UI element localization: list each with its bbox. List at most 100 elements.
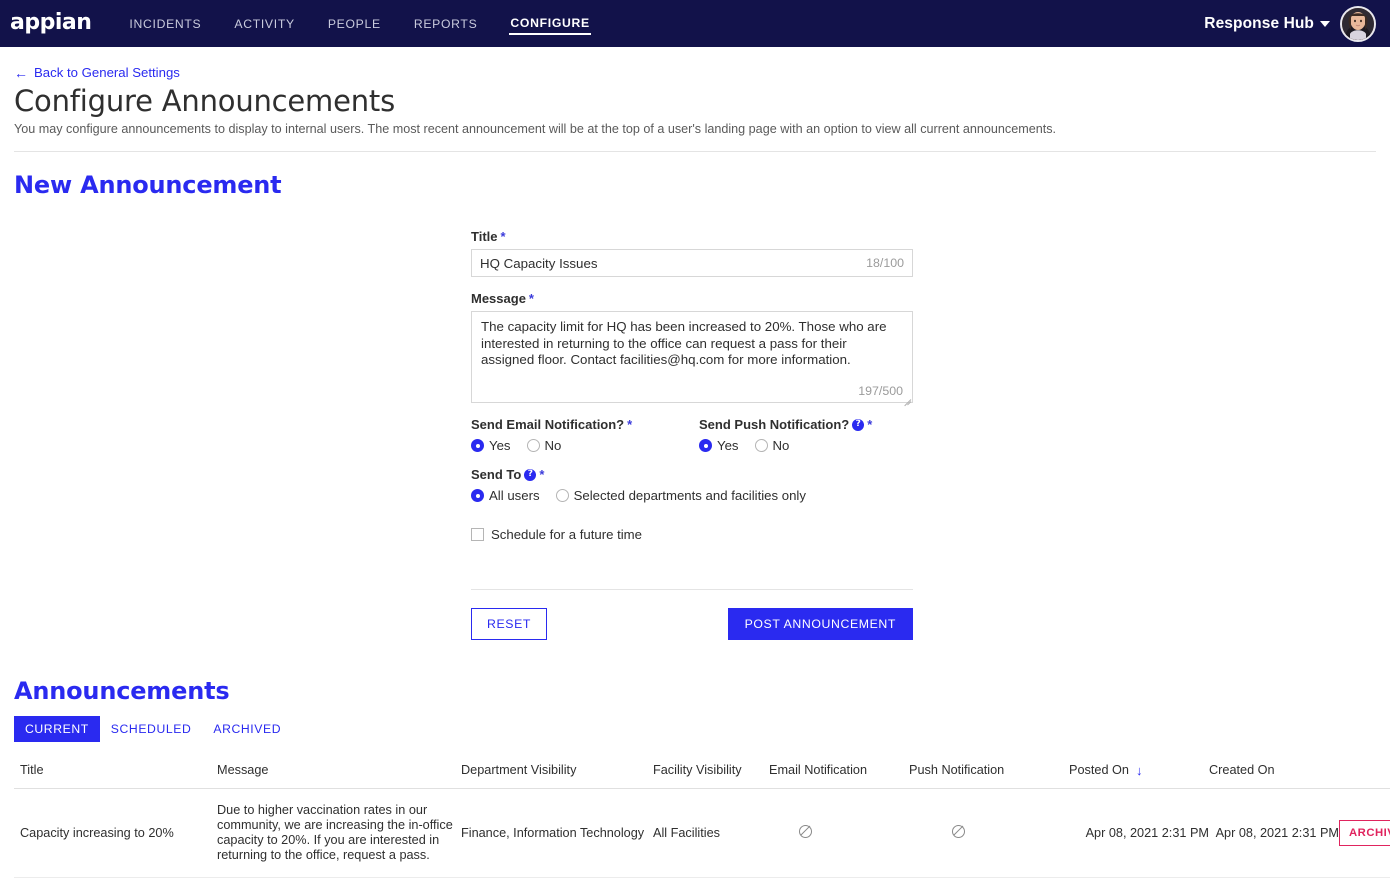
textarea-resize-handle[interactable]	[902, 392, 912, 407]
email-notification-group: Send Email Notification? * Yes No	[471, 417, 699, 453]
archive-button[interactable]: ARCHIVE	[1339, 820, 1390, 846]
title-input-value: HQ Capacity Issues	[480, 255, 598, 271]
schedule-future-label[interactable]: Schedule for a future time	[491, 527, 642, 542]
column-header-actions	[1339, 763, 1390, 789]
push-notification-label-text: Send Push Notification?	[699, 417, 850, 432]
column-header-facility-visibility[interactable]: Facility Visibility	[653, 763, 769, 789]
back-to-general-settings-link[interactable]: ← Back to General Settings	[14, 65, 180, 80]
schedule-future-checkbox[interactable]	[471, 528, 484, 541]
message-textarea[interactable]: The capacity limit for HQ has been incre…	[471, 311, 913, 407]
top-navigation-bar: appian INCIDENTS ACTIVITY PEOPLE REPORTS…	[0, 0, 1390, 47]
page-title: Configure Announcements	[14, 84, 396, 118]
tab-current[interactable]: CURRENT	[14, 716, 100, 742]
required-asterisk: *	[867, 417, 873, 432]
posted-on-sort-wrap: Posted On ↓	[1069, 763, 1142, 777]
chevron-down-icon[interactable]	[1320, 20, 1330, 27]
email-notification-label: Send Email Notification? *	[471, 417, 699, 432]
title-input[interactable]: HQ Capacity Issues 18/100	[471, 249, 913, 277]
send-to-label: Send To ? *	[471, 467, 913, 482]
column-header-department-visibility[interactable]: Department Visibility	[461, 763, 653, 789]
push-notification-no-label[interactable]: No	[773, 438, 790, 453]
required-asterisk: *	[539, 467, 545, 482]
column-header-push-notification[interactable]: Push Notification	[909, 763, 1069, 789]
email-notification-no-label[interactable]: No	[545, 438, 562, 453]
arrow-down-icon[interactable]: ↓	[1136, 764, 1143, 777]
push-notification-yes-label[interactable]: Yes	[717, 438, 739, 453]
message-field-label: Message *	[471, 291, 913, 306]
prohibited-circle-icon	[952, 824, 965, 838]
cell-facility-visibility: All Facilities	[653, 788, 769, 878]
send-to-all-users-label[interactable]: All users	[489, 488, 540, 503]
new-announcement-form: Title * HQ Capacity Issues 18/100 Messag…	[471, 229, 913, 640]
column-header-created-on[interactable]: Created On	[1209, 763, 1339, 789]
post-announcement-button[interactable]: POST ANNOUNCEMENT	[727, 608, 913, 640]
cell-actions: ARCHIVE	[1339, 877, 1390, 882]
back-link-label: Back to General Settings	[34, 65, 180, 80]
announcements-section: Announcements CURRENT SCHEDULED ARCHIVED	[14, 677, 1376, 742]
new-announcement-heading: New Announcement	[14, 171, 282, 199]
cell-title: Capacity increasing to 20%	[14, 788, 217, 878]
email-notification-radios: Yes No	[471, 438, 699, 453]
cell-created-on: Apr 08, 2021 2:31 PM	[1209, 788, 1339, 878]
help-circle-icon[interactable]: ?	[524, 468, 537, 481]
header-divider	[14, 151, 1376, 152]
form-actions: RESET POST ANNOUNCEMENT	[471, 608, 913, 640]
tab-scheduled[interactable]: SCHEDULED	[100, 716, 203, 742]
required-asterisk: *	[500, 229, 506, 244]
cell-email-notification	[769, 788, 909, 878]
announcements-tabs: CURRENT SCHEDULED ARCHIVED	[14, 716, 1376, 742]
nav-item-reports[interactable]: REPORTS	[413, 14, 479, 34]
column-header-posted-on[interactable]: Posted On ↓	[1069, 763, 1209, 789]
title-char-counter: 18/100	[866, 256, 904, 270]
hub-name-label[interactable]: Response Hub	[1204, 15, 1314, 33]
reset-button[interactable]: RESET	[471, 608, 547, 640]
prohibited-circle-icon	[799, 824, 812, 838]
table-header-row: Title Message Department Visibility Faci…	[14, 763, 1390, 789]
cell-push-notification	[909, 877, 1069, 882]
push-notification-yes-radio[interactable]	[699, 439, 712, 452]
nav-item-incidents[interactable]: INCIDENTS	[128, 14, 202, 34]
form-divider	[471, 589, 913, 590]
posted-on-label: Posted On	[1069, 763, 1129, 777]
cell-actions: ARCHIVE	[1339, 788, 1390, 878]
announcements-table: Title Message Department Visibility Faci…	[14, 763, 1390, 882]
required-asterisk: *	[528, 291, 534, 306]
cell-posted-on: Apr 08, 2021 2:31 PM	[1069, 877, 1209, 882]
nav-item-configure[interactable]: CONFIGURE	[509, 13, 591, 35]
help-circle-icon[interactable]: ?	[852, 418, 865, 431]
push-notification-no-radio[interactable]	[754, 439, 768, 452]
appian-logo[interactable]: appian	[10, 11, 92, 36]
cell-posted-on: Apr 08, 2021 2:31 PM	[1069, 788, 1209, 878]
schedule-checkbox-row: Schedule for a future time	[471, 527, 913, 542]
table-body: Capacity increasing to 20% Due to higher…	[14, 788, 1390, 882]
table-row[interactable]: Office Deep Cleaning Next Monday The off…	[14, 877, 1390, 882]
cell-department-visibility: Finance, Information Technology	[461, 788, 653, 878]
cell-message: The office is undergoing a deep cleaning…	[217, 877, 461, 882]
tab-archived[interactable]: ARCHIVED	[202, 716, 292, 742]
nav-item-activity[interactable]: ACTIVITY	[233, 14, 295, 34]
push-notification-group: Send Push Notification? ? * Yes No	[699, 417, 872, 453]
message-textarea-value: The capacity limit for HQ has been incre…	[481, 319, 887, 367]
cell-push-notification	[909, 788, 1069, 878]
title-field-label: Title *	[471, 229, 913, 244]
nav-user-area: Response Hub	[1204, 5, 1376, 42]
send-to-label-text: Send To	[471, 467, 522, 482]
send-to-selected-radio[interactable]	[555, 489, 569, 502]
email-notification-label-text: Send Email Notification?	[471, 417, 625, 432]
column-header-title[interactable]: Title	[14, 763, 217, 789]
send-to-selected-label[interactable]: Selected departments and facilities only	[574, 488, 806, 503]
column-header-email-notification[interactable]: Email Notification	[769, 763, 909, 789]
cell-email-notification	[769, 877, 909, 882]
email-notification-no-radio[interactable]	[526, 439, 540, 452]
column-header-message[interactable]: Message	[217, 763, 461, 789]
message-char-counter: 197/500	[858, 384, 903, 398]
avatar[interactable]	[1340, 5, 1376, 42]
nav-item-people[interactable]: PEOPLE	[327, 14, 382, 34]
email-notification-yes-label[interactable]: Yes	[489, 438, 511, 453]
email-notification-yes-radio[interactable]	[471, 439, 484, 452]
cell-message: Due to higher vaccination rates in our c…	[217, 788, 461, 878]
arrow-left-icon: ←	[14, 64, 28, 81]
table-row[interactable]: Capacity increasing to 20% Due to higher…	[14, 788, 1390, 878]
title-label-text: Title	[471, 229, 498, 244]
send-to-all-users-radio[interactable]	[471, 489, 484, 502]
